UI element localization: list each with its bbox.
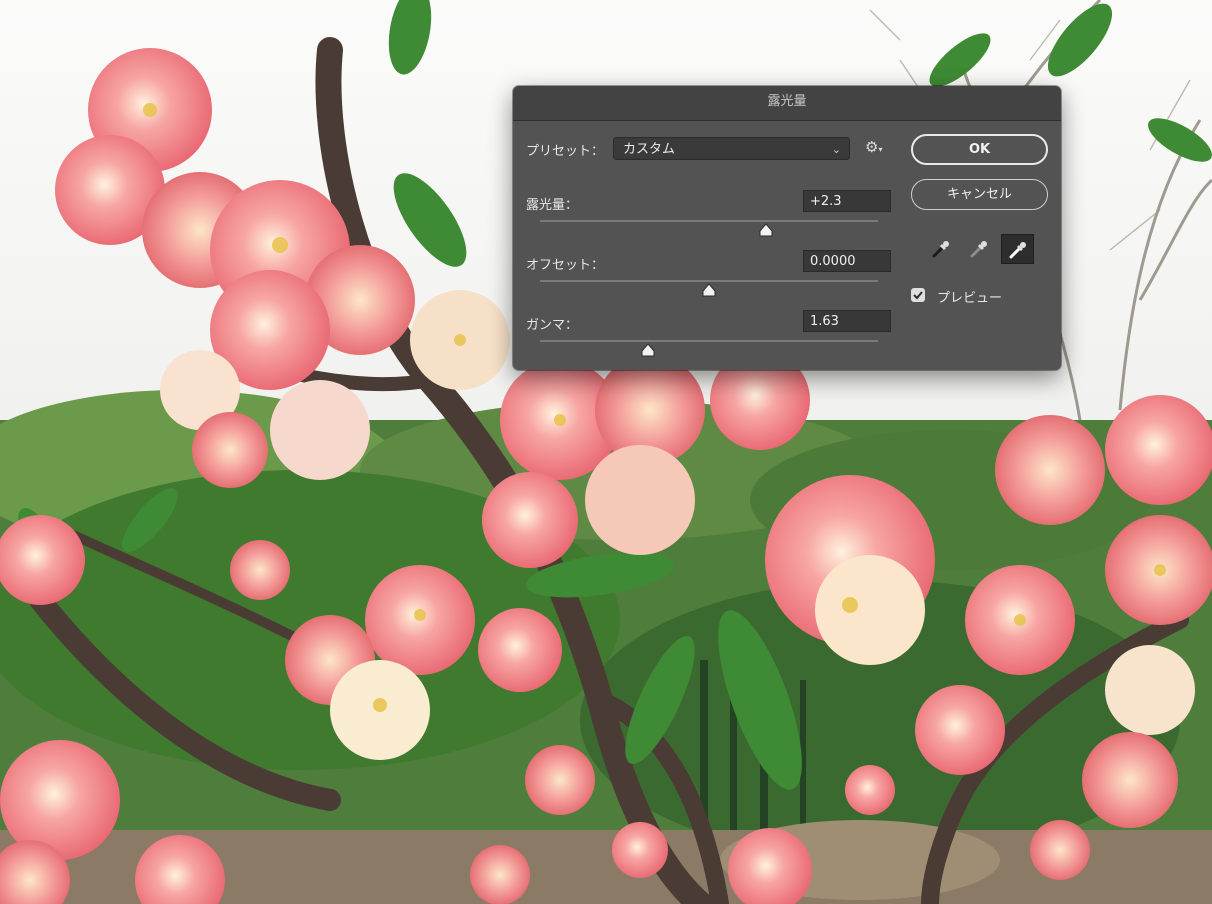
- exposure-value-field[interactable]: +2.3: [803, 190, 891, 212]
- black-point-eyedropper-icon: [932, 241, 949, 258]
- exposure-slider-track[interactable]: [540, 220, 878, 237]
- preview-label: プレビュー: [937, 291, 1003, 306]
- gray-point-eyedropper-button[interactable]: [963, 234, 996, 264]
- exposure-dialog: 露光量 プリセット： カスタム ⌄ ⚙▾ 露光量： +2.3 オフセット： 0.…: [513, 86, 1061, 370]
- gamma-value-field[interactable]: 1.63: [803, 310, 891, 332]
- black-point-eyedropper-button[interactable]: [925, 234, 958, 264]
- exposure-label: 露光量：: [526, 198, 579, 213]
- preset-dropdown[interactable]: カスタム ⌄: [613, 137, 850, 160]
- white-point-eyedropper-button[interactable]: [1001, 234, 1034, 264]
- preset-label: プリセット：: [526, 144, 605, 159]
- gamma-slider-track[interactable]: [540, 340, 878, 357]
- offset-value-field[interactable]: 0.0000: [803, 250, 891, 272]
- cancel-button[interactable]: キャンセル: [911, 179, 1048, 210]
- chevron-down-icon: ⌄: [831, 143, 841, 156]
- gamma-label: ガンマ：: [526, 318, 579, 333]
- offset-label: オフセット：: [526, 258, 605, 273]
- preset-value: カスタム: [623, 142, 676, 157]
- offset-slider-track[interactable]: [540, 280, 878, 297]
- ok-button[interactable]: OK: [911, 134, 1048, 165]
- dialog-title: 露光量: [513, 86, 1061, 121]
- white-point-eyedropper-icon: [1009, 242, 1026, 259]
- gear-icon[interactable]: ⚙▾: [865, 138, 882, 156]
- preview-checkbox[interactable]: [911, 288, 925, 302]
- checkmark-icon: [913, 291, 923, 300]
- gray-point-eyedropper-icon: [970, 241, 987, 258]
